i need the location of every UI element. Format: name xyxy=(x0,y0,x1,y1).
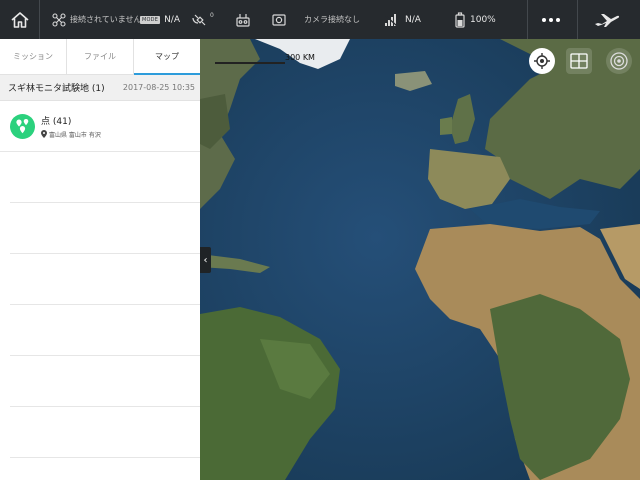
flight-mode-value: N/A xyxy=(164,14,180,25)
group-date: 2017-08-25 10:35 xyxy=(122,83,195,92)
list-item[interactable]: 点 (41) 富山県 富山市 有沢 xyxy=(0,101,200,152)
group-title: スギ林モニタ試験地 (1) xyxy=(8,84,105,94)
remote-controller-icon xyxy=(236,13,250,27)
camera-icon xyxy=(272,13,286,26)
aircraft-status[interactable]: 接続されていません xyxy=(52,0,142,39)
mode-badge: MODE xyxy=(140,15,161,24)
gps-count: 0 xyxy=(210,11,214,19)
airplane-icon xyxy=(595,13,620,27)
aircraft-status-text: 接続されていません xyxy=(70,15,142,24)
tab-map-label: マップ xyxy=(155,52,179,61)
tab-map[interactable]: マップ xyxy=(134,39,200,75)
aircraft-locate-button[interactable] xyxy=(606,48,632,74)
signal-status[interactable]: N/A xyxy=(384,0,421,39)
tab-files[interactable]: ファイル xyxy=(67,39,134,74)
map-layers-icon xyxy=(570,53,588,69)
left-panel: ミッション ファイル マップ スギ林モニタ試験地 (1) 2017-08-25 … xyxy=(0,39,200,480)
panel-tabs: ミッション ファイル マップ xyxy=(0,39,200,75)
target-icon xyxy=(610,52,628,70)
tab-mission-label: ミッション xyxy=(13,52,53,61)
flight-mode[interactable]: MODE N/A xyxy=(134,0,180,39)
camera-status-text: カメラ接続なし xyxy=(304,15,360,24)
map-view[interactable] xyxy=(200,39,640,480)
crosshair-icon xyxy=(534,53,550,69)
home-icon xyxy=(11,11,29,28)
home-button[interactable] xyxy=(10,0,30,39)
remote-controller-status[interactable] xyxy=(235,0,251,39)
signal-icon xyxy=(384,13,398,26)
satellite-map xyxy=(200,39,640,480)
list-row-empty xyxy=(10,356,200,407)
battery-status[interactable]: 100% xyxy=(454,0,496,39)
item-location-text: 富山県 富山市 有沢 xyxy=(49,131,101,139)
fly-button[interactable] xyxy=(594,0,620,39)
gps-status[interactable]: 0 xyxy=(192,0,214,39)
tab-files-label: ファイル xyxy=(84,52,116,61)
battery-icon xyxy=(455,11,465,28)
more-button[interactable] xyxy=(540,0,562,39)
list-row-empty xyxy=(10,203,200,254)
top-status-bar: 接続されていません MODE N/A 0 カメラ接続なし N/A 100% xyxy=(0,0,640,39)
group-header[interactable]: スギ林モニタ試験地 (1) 2017-08-25 10:35 xyxy=(0,75,200,101)
satellite-icon xyxy=(192,14,206,25)
drone-icon xyxy=(52,12,66,27)
item-location: 富山県 富山市 有沢 xyxy=(41,130,101,139)
list-row-empty xyxy=(10,407,200,458)
locate-button[interactable] xyxy=(529,48,555,74)
tab-mission[interactable]: ミッション xyxy=(0,39,67,74)
chevron-left-icon: ‹ xyxy=(203,254,208,266)
waypoint-icon xyxy=(10,113,35,139)
scale-label: 300 KM xyxy=(285,53,315,62)
battery-value: 100% xyxy=(470,14,496,25)
list-row-empty xyxy=(10,305,200,356)
scale-bar xyxy=(215,62,285,64)
list-row-empty xyxy=(10,254,200,305)
signal-value: N/A xyxy=(405,14,421,25)
more-icon xyxy=(542,17,560,22)
list-row-empty xyxy=(10,152,200,203)
location-pin-icon xyxy=(41,130,47,138)
item-title: 点 (41) xyxy=(41,116,72,127)
panel-collapse-handle[interactable]: ‹ xyxy=(200,247,211,273)
map-type-button[interactable] xyxy=(566,48,592,74)
camera-status[interactable]: カメラ接続なし xyxy=(272,0,360,39)
